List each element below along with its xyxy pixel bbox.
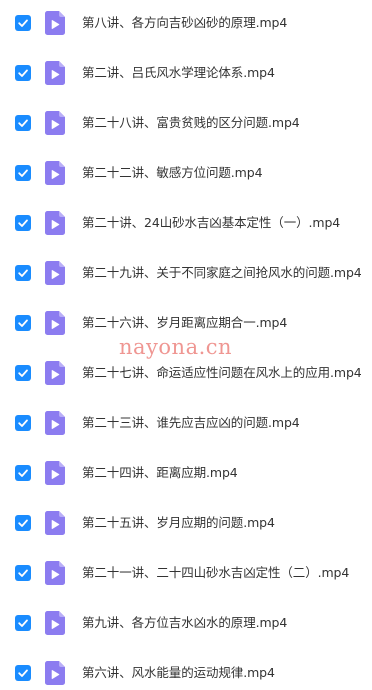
file-name: 第二十讲、24山砂水吉凶基本定性（一）.mp4 xyxy=(82,215,341,230)
check-icon xyxy=(18,69,28,77)
file-checkbox[interactable] xyxy=(15,115,31,131)
file-name: 第二十九讲、关于不同家庭之间抢风水的问题.mp4 xyxy=(82,265,362,280)
video-file-icon xyxy=(45,611,65,635)
file-row[interactable]: 第六讲、风水能量的运动规律.mp4 xyxy=(0,649,372,690)
file-name: 第二十四讲、距离应期.mp4 xyxy=(82,465,238,480)
file-row[interactable]: 第二十九讲、关于不同家庭之间抢风水的问题.mp4 xyxy=(0,249,372,299)
file-list: 第八讲、各方向吉砂凶砂的原理.mp4 第二讲、吕氏风水学理论体系.mp4 第二十八讲… xyxy=(0,0,372,690)
check-icon xyxy=(18,19,28,27)
file-name: 第九讲、各方位吉水凶水的原理.mp4 xyxy=(82,615,288,630)
video-file-icon xyxy=(45,11,65,35)
video-file-icon xyxy=(45,361,65,385)
check-icon xyxy=(18,369,28,377)
video-file-icon xyxy=(45,461,65,485)
file-checkbox[interactable] xyxy=(15,265,31,281)
file-name: 第二十二讲、敏感方位问题.mp4 xyxy=(82,165,263,180)
video-file-icon xyxy=(45,211,65,235)
file-name: 第二十七讲、命运适应性问题在风水上的应用.mp4 xyxy=(82,365,362,380)
file-name: 第二讲、吕氏风水学理论体系.mp4 xyxy=(82,65,275,80)
file-row[interactable]: 第二十三讲、谁先应吉应凶的问题.mp4 xyxy=(0,399,372,449)
file-name: 第二十一讲、二十四山砂水吉凶定性（二）.mp4 xyxy=(82,565,350,580)
check-icon xyxy=(18,319,28,327)
file-checkbox[interactable] xyxy=(15,565,31,581)
check-icon xyxy=(18,219,28,227)
file-checkbox[interactable] xyxy=(15,415,31,431)
file-row[interactable]: 第二十八讲、富贵贫贱的区分问题.mp4 xyxy=(0,99,372,149)
file-row[interactable]: 第二十讲、24山砂水吉凶基本定性（一）.mp4 xyxy=(0,199,372,249)
file-row[interactable]: 第九讲、各方位吉水凶水的原理.mp4 xyxy=(0,599,372,649)
file-checkbox[interactable] xyxy=(15,515,31,531)
check-icon xyxy=(18,569,28,577)
check-icon xyxy=(18,169,28,177)
file-checkbox[interactable] xyxy=(15,465,31,481)
check-icon xyxy=(18,469,28,477)
file-checkbox[interactable] xyxy=(15,65,31,81)
video-file-icon xyxy=(45,561,65,585)
file-name: 第六讲、风水能量的运动规律.mp4 xyxy=(82,665,275,680)
video-file-icon xyxy=(45,661,65,685)
file-checkbox[interactable] xyxy=(15,15,31,31)
video-file-icon xyxy=(45,161,65,185)
file-name: 第二十三讲、谁先应吉应凶的问题.mp4 xyxy=(82,415,300,430)
check-icon xyxy=(18,669,28,677)
video-file-icon xyxy=(45,61,65,85)
file-row[interactable]: 第八讲、各方向吉砂凶砂的原理.mp4 xyxy=(0,0,372,49)
video-file-icon xyxy=(45,111,65,135)
file-name: 第二十五讲、岁月应期的问题.mp4 xyxy=(82,515,275,530)
file-row[interactable]: 第二讲、吕氏风水学理论体系.mp4 xyxy=(0,49,372,99)
file-row[interactable]: 第二十五讲、岁月应期的问题.mp4 xyxy=(0,499,372,549)
file-checkbox[interactable] xyxy=(15,665,31,681)
file-name: 第二十六讲、岁月距离应期合一.mp4 xyxy=(82,315,288,330)
check-icon xyxy=(18,519,28,527)
file-checkbox[interactable] xyxy=(15,365,31,381)
video-file-icon xyxy=(45,411,65,435)
video-file-icon xyxy=(45,261,65,285)
check-icon xyxy=(18,119,28,127)
file-checkbox[interactable] xyxy=(15,165,31,181)
video-file-icon xyxy=(45,511,65,535)
check-icon xyxy=(18,269,28,277)
file-row[interactable]: 第二十四讲、距离应期.mp4 xyxy=(0,449,372,499)
file-row[interactable]: 第二十二讲、敏感方位问题.mp4 xyxy=(0,149,372,199)
file-row[interactable]: 第二十七讲、命运适应性问题在风水上的应用.mp4 xyxy=(0,349,372,399)
check-icon xyxy=(18,419,28,427)
file-checkbox[interactable] xyxy=(15,615,31,631)
file-name: 第八讲、各方向吉砂凶砂的原理.mp4 xyxy=(82,15,288,30)
check-icon xyxy=(18,619,28,627)
file-checkbox[interactable] xyxy=(15,315,31,331)
file-name: 第二十八讲、富贵贫贱的区分问题.mp4 xyxy=(82,115,300,130)
file-row[interactable]: 第二十一讲、二十四山砂水吉凶定性（二）.mp4 xyxy=(0,549,372,599)
video-file-icon xyxy=(45,311,65,335)
file-checkbox[interactable] xyxy=(15,215,31,231)
file-row[interactable]: 第二十六讲、岁月距离应期合一.mp4 xyxy=(0,299,372,349)
